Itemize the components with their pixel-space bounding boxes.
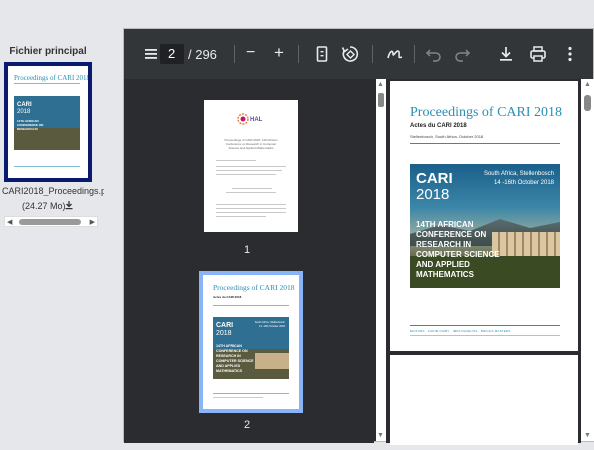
file-thumbnail-preview: Proceedings of CARI 2018 CARI 2018 14TH …: [8, 66, 91, 178]
more-icon[interactable]: [560, 44, 580, 64]
scroll-left-icon[interactable]: ◀: [7, 218, 12, 226]
thumbnail-title-line: Science and Applied Mathematics: [228, 146, 274, 150]
download-icon[interactable]: [64, 200, 74, 210]
document-title: Proceedings of CARI 2018: [410, 105, 563, 120]
cover-conference-title: 14TH AFRICAN CONFERENCE ON RESEARCH IN C…: [416, 220, 500, 279]
page-thumbnail-1[interactable]: HAL Proceedings of CARI 2018: 14th Afric…: [204, 100, 298, 232]
thumbnail-text-line: [216, 216, 266, 217]
print-icon[interactable]: [528, 44, 548, 64]
annotate-icon[interactable]: [385, 44, 405, 64]
horizontal-scrollbar[interactable]: ◀ ▶: [4, 216, 98, 227]
svg-text:South Africa, Stellenbosch: South Africa, Stellenbosch: [255, 320, 286, 324]
svg-text:Actes du CARI 2018: Actes du CARI 2018: [213, 295, 242, 299]
thumbnail-text-line: [226, 192, 276, 193]
thumbnail-text-line: [216, 166, 286, 167]
toolbar-divider: [298, 45, 299, 63]
download-icon[interactable]: [496, 44, 516, 64]
svg-text:Proceedings of CARI 2018: Proceedings of CARI 2018: [213, 283, 295, 292]
svg-text:CONFERENCE ON: CONFERENCE ON: [216, 349, 248, 353]
scrollbar-thumb[interactable]: [378, 93, 384, 107]
thumbnail-text-line: [216, 160, 256, 161]
page-number-input[interactable]: 2: [160, 44, 184, 64]
document-rule: [410, 143, 560, 144]
svg-text:14TH AFRICAN: 14TH AFRICAN: [216, 344, 242, 348]
cover-dates: 14 -16th October 2018: [493, 180, 554, 186]
cover-year: 2018: [416, 186, 450, 203]
svg-text:RESEARCH IN: RESEARCH IN: [216, 354, 241, 358]
page-total: / 296: [188, 47, 217, 62]
toolbar-divider: [234, 45, 235, 63]
cover-location-text: South Africa, Stellenbosch: [483, 171, 554, 177]
redo-icon[interactable]: [452, 44, 472, 64]
file-panel-title: Fichier principal: [9, 46, 87, 57]
rotate-icon[interactable]: [340, 44, 360, 64]
viewer-toolbar: 2 / 296 − +: [124, 29, 593, 79]
cover-acronym: CARI: [416, 170, 453, 187]
scrollbar-thumb[interactable]: [19, 219, 81, 225]
scroll-down-icon[interactable]: ▼: [377, 432, 384, 439]
thumbnail-text-line: [216, 208, 286, 209]
thumbnail-text-line: [232, 188, 272, 189]
svg-text:14 -16th October 2018: 14 -16th October 2018: [259, 324, 286, 328]
document-rule: [410, 325, 560, 326]
document-location: Stellenbosch, South Africa, October 2018: [410, 134, 484, 139]
thumbnail-text-line: [216, 212, 286, 213]
zoom-out-button[interactable]: −: [246, 44, 255, 62]
thumbnail-text-line: [216, 204, 286, 205]
pdf-viewer: 2 / 296 − + HAL Proceedings of CARI 2018…: [123, 28, 594, 445]
file-size: (24.27 Mo): [22, 201, 66, 211]
svg-text:MATHEMATICS: MATHEMATICS: [216, 369, 243, 373]
page-thumbnail-label: 1: [244, 244, 251, 256]
document-subtitle: Actes du CARI 2018: [410, 123, 467, 129]
thumbnail-text-line: [216, 170, 282, 171]
scroll-up-icon[interactable]: ▲: [584, 81, 591, 88]
cover-location: South Africa, Stellenbosch 14 -16th Octo…: [484, 170, 554, 188]
document-page-3: [390, 355, 578, 445]
page-thumbnail-2[interactable]: Proceedings of CARI 2018 Actes du CARI 2…: [203, 275, 299, 409]
zoom-in-button[interactable]: +: [274, 43, 284, 63]
svg-text:Proceedings of CARI 2018: Proceedings of CARI 2018: [14, 74, 88, 82]
page-thumbnail-label: 2: [244, 419, 251, 431]
svg-text:RESEARCH IN: RESEARCH IN: [17, 127, 38, 131]
toolbar-divider: [414, 45, 415, 63]
thumbnail-2-preview: Proceedings of CARI 2018 Actes du CARI 2…: [213, 283, 295, 398]
document-editors: EDITORS · KARIM DIABY · IMPA RAVELISS · …: [410, 329, 511, 333]
svg-text:2018: 2018: [216, 330, 232, 337]
hal-logo: HAL: [237, 113, 263, 125]
file-panel: Fichier principal Proceedings of CARI 20…: [0, 0, 104, 450]
scrollbar-thumb[interactable]: [584, 95, 591, 111]
scroll-down-icon[interactable]: ▼: [584, 432, 591, 439]
menu-icon[interactable]: [142, 44, 162, 64]
document-area: Proceedings of CARI 2018 Actes du CARI 2…: [386, 79, 581, 445]
cover-image: CARI 2018 South Africa, Stellenbosch 14 …: [410, 164, 560, 288]
undo-icon[interactable]: [424, 44, 444, 64]
fit-page-icon[interactable]: [312, 44, 332, 64]
svg-text:AND APPLIED: AND APPLIED: [216, 364, 241, 368]
thumbnail-text-line: [216, 174, 276, 175]
page-thumbnail-2-selected[interactable]: Proceedings of CARI 2018 Actes du CARI 2…: [199, 271, 303, 413]
document-rule: [410, 335, 560, 336]
toolbar-divider: [372, 45, 373, 63]
svg-text:HAL: HAL: [250, 117, 263, 123]
file-name[interactable]: CARI2018_Proceedings.pd: [2, 186, 104, 196]
scroll-up-icon[interactable]: ▲: [377, 81, 384, 88]
thumbnail-title: Proceedings of CARI 2018: 14th African C…: [218, 138, 284, 150]
svg-text:2018: 2018: [17, 109, 31, 115]
svg-text:CARI: CARI: [216, 322, 233, 329]
document-page-2: Proceedings of CARI 2018 Actes du CARI 2…: [390, 81, 578, 351]
svg-text:COMPUTER SCIENCE: COMPUTER SCIENCE: [216, 359, 254, 363]
thumbnail-scrollbar[interactable]: ▲ ▼: [376, 79, 386, 441]
file-thumbnail[interactable]: Proceedings of CARI 2018 CARI 2018 14TH …: [4, 62, 92, 182]
svg-text:CARI: CARI: [17, 102, 32, 108]
scroll-right-icon[interactable]: ▶: [90, 218, 95, 226]
document-scrollbar[interactable]: ▲ ▼: [581, 79, 594, 441]
